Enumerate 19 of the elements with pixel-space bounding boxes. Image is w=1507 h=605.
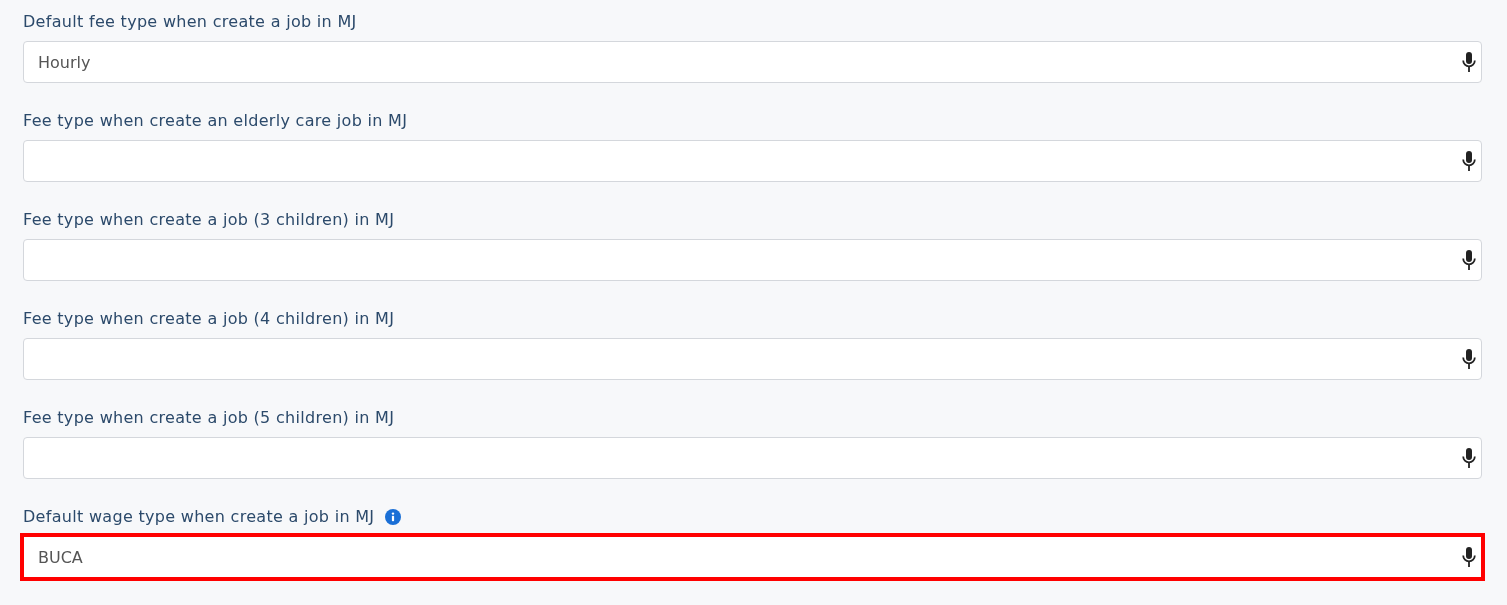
input-field[interactable]: Hourly (23, 41, 1482, 83)
field-label: Fee type when create a job (5 children) in MJ (23, 408, 395, 428)
info-icon[interactable] (385, 509, 402, 525)
input-field[interactable] (23, 140, 1482, 182)
input-field[interactable]: BUCA (23, 536, 1482, 578)
field-label: Fee type when create a job (4 children) in MJ (23, 309, 395, 329)
microphone-icon[interactable] (1462, 547, 1476, 567)
microphone-icon[interactable] (1462, 250, 1476, 270)
field-label: Default fee type when create a job in MJ (23, 12, 357, 32)
microphone-icon[interactable] (1462, 52, 1476, 72)
microphone-icon[interactable] (1462, 151, 1476, 171)
field-label: Default wage type when create a job in MJ (23, 507, 375, 527)
field-label: Fee type when create a job (3 children) in MJ (23, 210, 395, 230)
field-label: Fee type when create an elderly care job in MJ (23, 111, 408, 131)
input-field[interactable] (23, 338, 1482, 380)
input-field[interactable] (23, 437, 1482, 479)
microphone-icon[interactable] (1462, 349, 1476, 369)
input-field[interactable] (23, 239, 1482, 281)
microphone-icon[interactable] (1462, 448, 1476, 468)
